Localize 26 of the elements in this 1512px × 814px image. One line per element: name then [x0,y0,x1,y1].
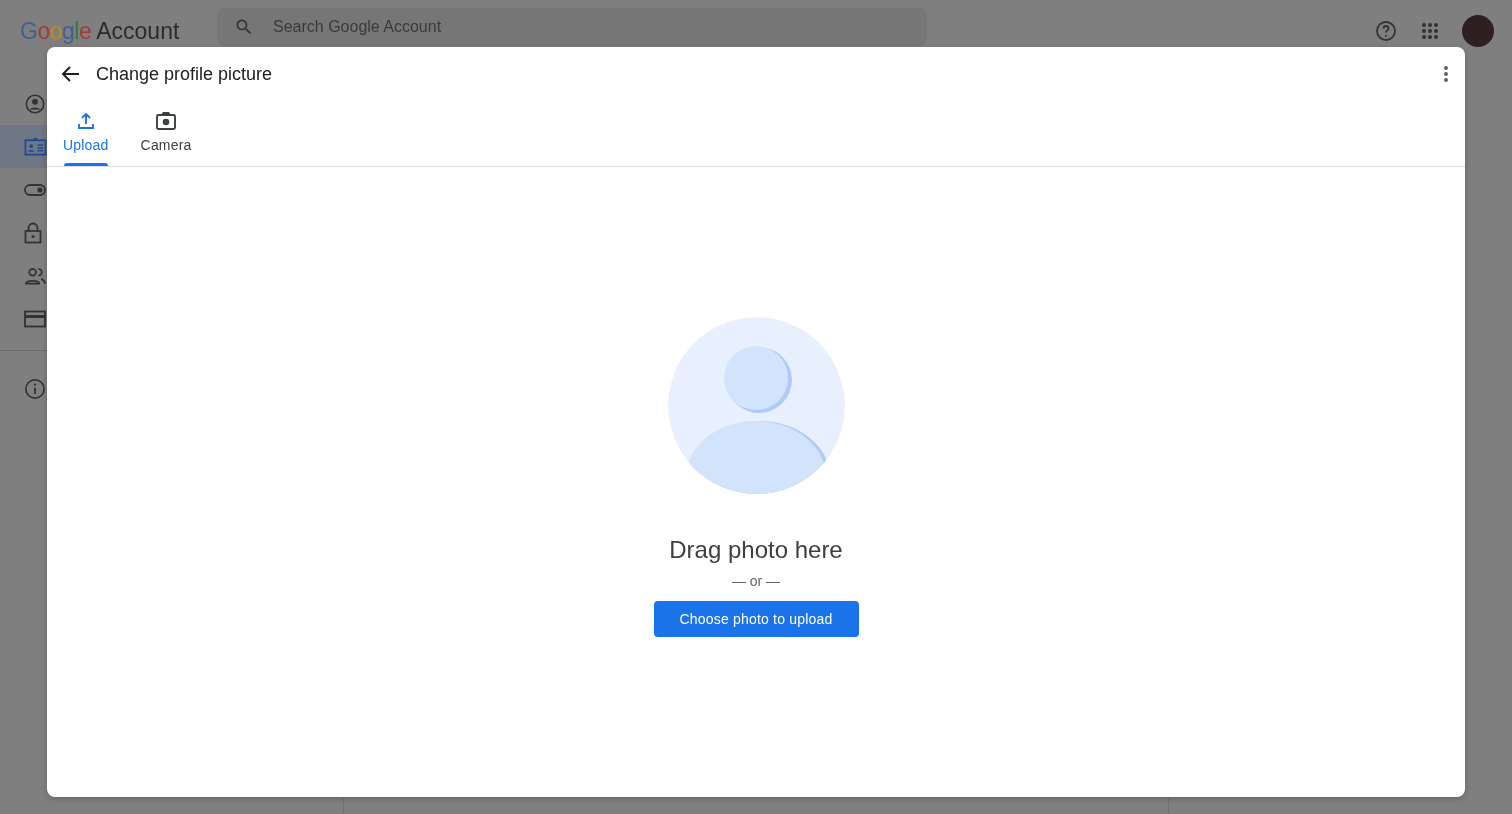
product-name: Account [96,17,180,45]
dialog-title: Change profile picture [96,63,274,85]
people-icon[interactable] [24,265,47,286]
more-options-button[interactable] [1443,65,1449,83]
or-separator: — or — [731,573,781,589]
tab[interactable]: Camera [124,101,208,166]
lock-icon[interactable] [24,221,42,244]
info-icon[interactable] [24,377,46,400]
choose-photo-button[interactable]: Choose photo to upload [653,601,859,637]
tab[interactable]: Upload [47,101,125,166]
id-card-icon[interactable] [24,135,47,158]
back-button[interactable] [61,64,81,84]
account-avatar[interactable] [1462,15,1494,47]
camera-icon [156,112,177,130]
person-circle-icon[interactable] [24,92,46,115]
sidebar-item-highlight[interactable] [0,125,47,168]
search-field[interactable]: Search Google Account [217,8,927,46]
back-arrow-icon [61,64,81,84]
credit-card-icon[interactable] [24,309,46,328]
more-vert-icon [1443,65,1449,83]
drag-prompt: Drag photo here [669,536,843,564]
toggle-icon[interactable] [24,183,46,196]
upload-icon [76,112,95,130]
help-icon[interactable] [1374,19,1398,43]
apps-grid-icon[interactable] [1421,22,1439,40]
search-icon [234,17,254,37]
